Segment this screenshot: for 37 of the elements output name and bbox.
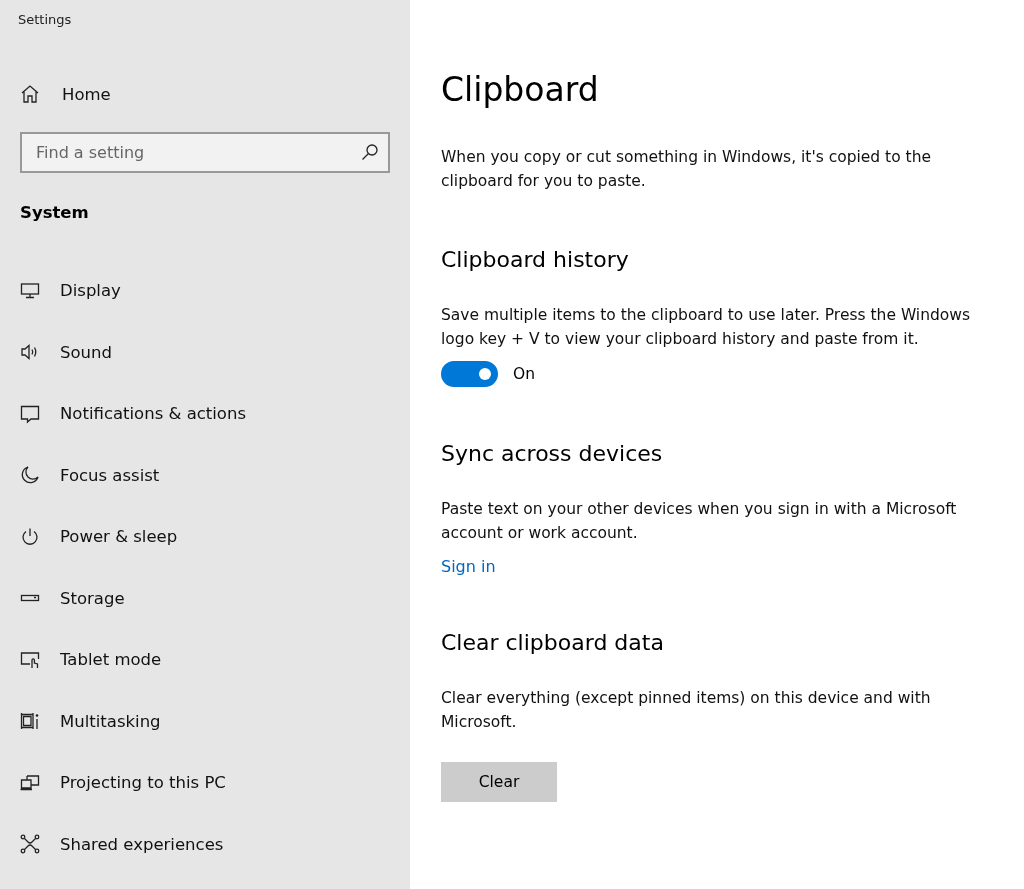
section-heading: Sync across devices [441,441,664,466]
home-icon [20,84,40,104]
sidebar-item[interactable]: Multitasking [20,690,390,752]
monitor-icon [20,280,40,301]
search-field[interactable]: Find a setting [20,132,390,173]
sidebar-item[interactable]: Tablet mode [20,629,390,691]
network-nodes-icon [20,834,40,855]
sidebar-item[interactable]: Display [20,260,390,322]
sign-in-link[interactable]: Sign in [441,557,496,576]
sidebar-item[interactable]: Notifications & actions [20,383,390,445]
home-nav-item[interactable]: Home [20,84,390,104]
description-text: Save multiple items to the clipboard to use later. Press the Windows logo key + V to view your clipboard history and paste from it. [441,305,972,350]
moon-icon [20,465,40,486]
description-text: Clear everything (except pinned items) on this device and with Microsoft. [441,688,932,733]
toggle-state-label: On [513,365,536,383]
page-title: Clipboard [441,70,600,109]
section-heading: System [20,203,89,222]
sidebar-item[interactable]: Power & sleep [20,506,390,568]
sidebar-item[interactable]: Sound [20,321,390,383]
toggle-switch[interactable] [441,361,498,387]
search-icon [360,142,380,162]
sidebar-item[interactable]: Shared experiences [20,813,390,875]
power-icon [20,526,40,547]
clear-button[interactable]: Clear [441,762,557,802]
screens-icon [20,772,40,793]
windows-side-by-side-icon [20,711,40,732]
description-text: When you copy or cut something in Windows, it's copied to the clipboard for you to paste. [441,147,933,192]
drive-icon [20,594,40,603]
sidebar-item[interactable]: Projecting to this PC [20,752,390,814]
section-heading: Clipboard history [441,247,630,272]
window-title: Settings [18,12,72,27]
sidebar-item[interactable]: Focus assist [20,444,390,506]
sidebar-item[interactable]: Storage [20,567,390,629]
tablet-touch-icon [20,649,40,670]
speech-bubble-icon [20,403,40,424]
section-heading: Clear clipboard data [441,630,665,655]
description-text: Paste text on your other devices when you sign in with a Microsoft account or work account. [441,499,958,544]
